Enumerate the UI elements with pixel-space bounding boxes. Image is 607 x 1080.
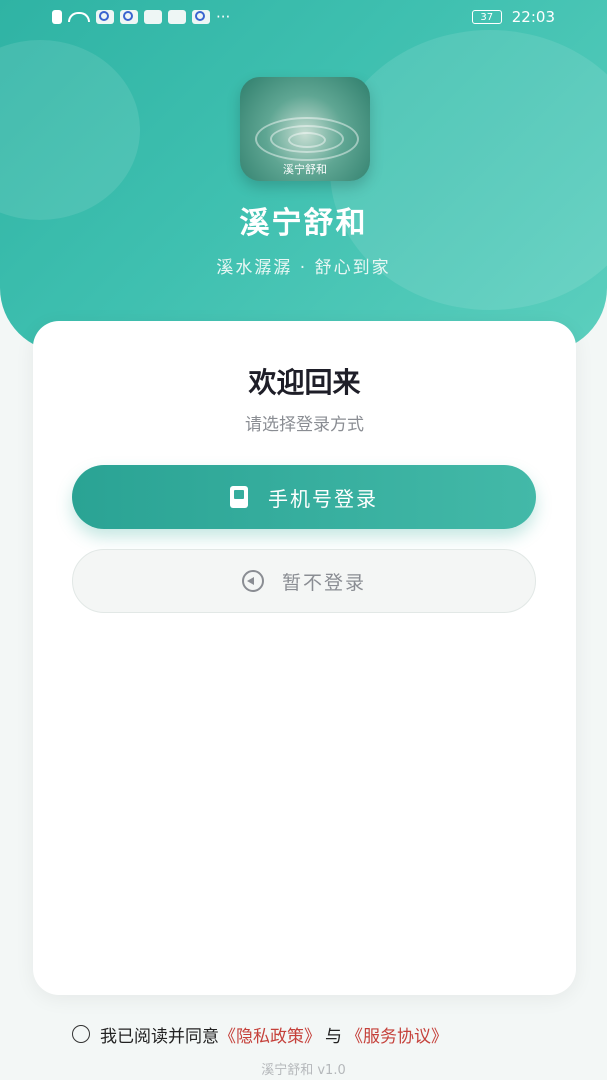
office-notification-icon [168, 10, 186, 24]
skip-login-label: 暂不登录 [281, 571, 366, 594]
app-logo: 溪宁舒和 [240, 77, 370, 181]
login-card: 欢迎回来 请选择登录方式 手机号登录 暂不登录 [33, 321, 576, 995]
clock: 22:03 [511, 8, 555, 26]
welcome-title: 欢迎回来 [248, 366, 361, 399]
shield-notification-icon [144, 10, 162, 24]
agreement-prefix: 我已阅读并同意 [100, 1026, 219, 1047]
status-bar: ··· 37 22:03 [0, 0, 607, 34]
more-notifications-icon: ··· [216, 8, 231, 26]
service-agreement-link[interactable]: 《服务协议》 [346, 1022, 448, 1047]
decor-blob [0, 40, 140, 220]
privacy-policy-link[interactable]: 《隐私政策》 [219, 1022, 321, 1047]
version-text: 溪宁舒和 v1.0 [261, 1063, 346, 1078]
sim-alert-icon [52, 10, 62, 24]
phone-icon [230, 486, 248, 508]
phone-login-label: 手机号登录 [268, 486, 378, 511]
status-icons: ··· [52, 8, 230, 26]
app-name: 溪宁舒和 [239, 206, 368, 241]
battery-icon: 37 [471, 10, 502, 24]
back-arrow-circle-icon [241, 570, 264, 592]
phone-login-button[interactable]: 手机号登录 [72, 465, 536, 529]
agreement-connector: 与 [325, 1026, 342, 1047]
app-notification-icon [120, 10, 138, 24]
app-notification-icon [96, 10, 114, 24]
logo-text: 溪宁舒和 [283, 163, 327, 176]
login-subtitle: 请选择登录方式 [245, 415, 364, 435]
ripple-shape [288, 132, 326, 148]
header-banner: ··· 37 22:03 溪宁舒和 溪宁舒和 溪水潺潺 · 舒心到家 [0, 0, 607, 352]
wifi-icon [68, 12, 90, 22]
app-slogan: 溪水潺潺 · 舒心到家 [216, 258, 391, 278]
agreement-row: 我已阅读并同意 《隐私政策》 与 《服务协议》 [72, 1022, 448, 1047]
skip-login-button[interactable]: 暂不登录 [72, 549, 536, 613]
agreement-radio[interactable] [72, 1025, 90, 1043]
status-right: 37 22:03 [471, 8, 555, 26]
app-notification-icon [192, 10, 210, 24]
